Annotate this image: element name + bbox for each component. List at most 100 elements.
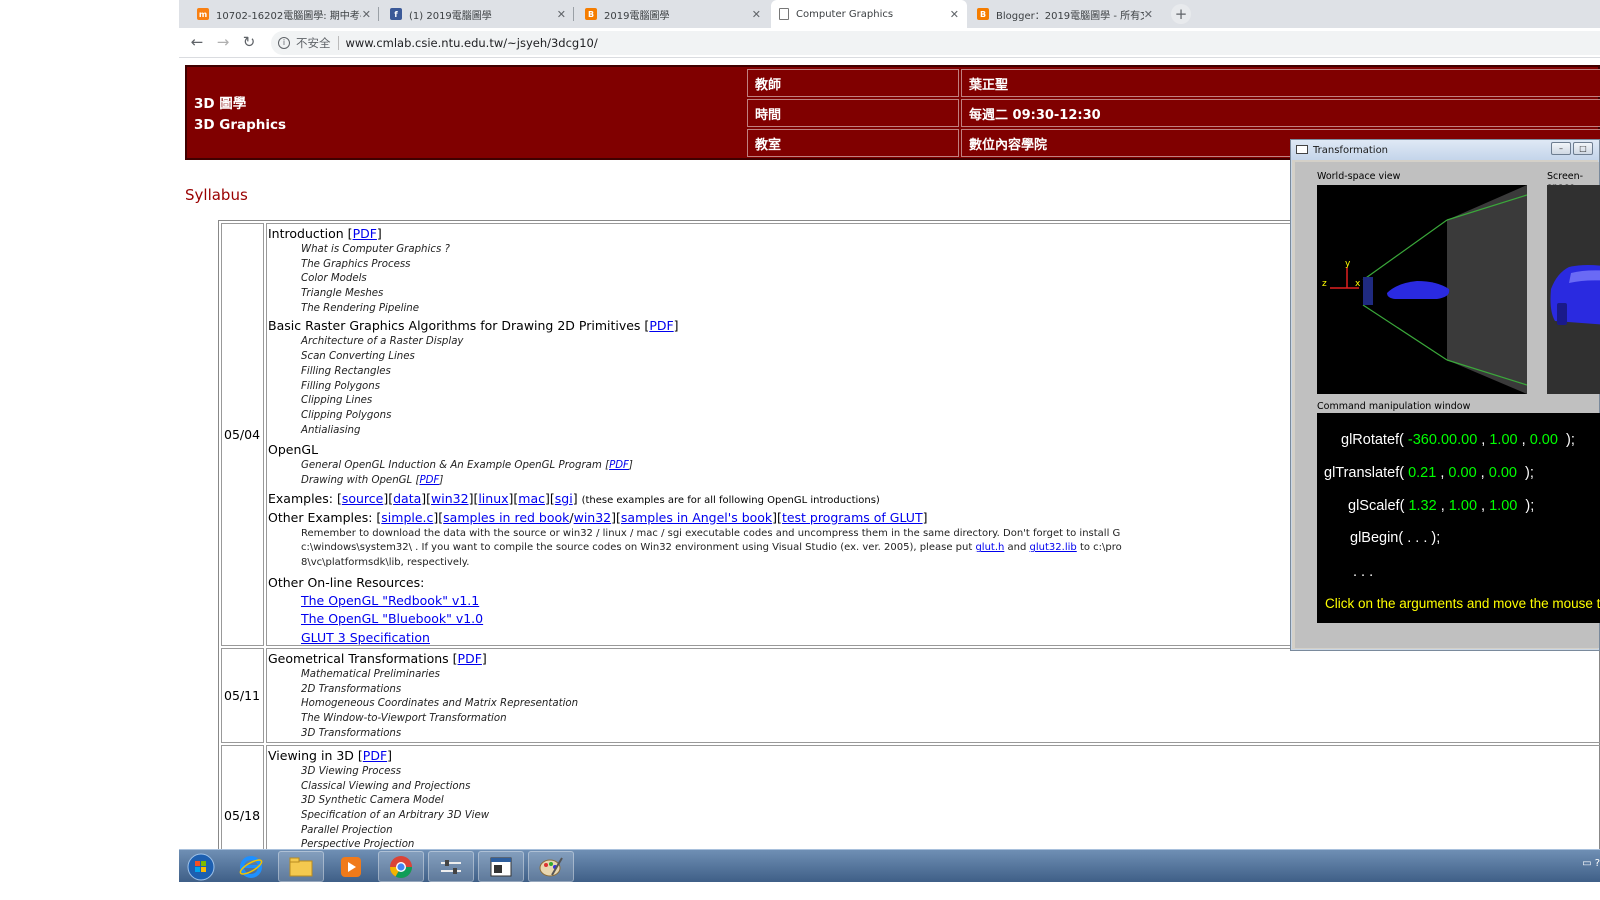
blogger-icon: B (977, 8, 989, 20)
tab-strip: m 10702-16202電腦圖學: 期中考- ✕ f (1) 2019電腦圖學… (179, 0, 1600, 28)
scale-arg-y[interactable]: 1.00 (1449, 498, 1477, 514)
system-tray-icon[interactable]: ▭ ? (1582, 858, 1600, 869)
pdf-link[interactable]: PDF (419, 475, 439, 486)
close-icon[interactable]: ✕ (557, 8, 566, 21)
example-link-source[interactable]: source (342, 491, 384, 506)
world-space-view[interactable]: y x z (1317, 185, 1528, 394)
axis-label-z: z (1322, 279, 1327, 289)
tab-facebook[interactable]: f (1) 2019電腦圖學 ✕ (382, 0, 574, 28)
new-tab-button[interactable]: + (1171, 4, 1191, 24)
back-icon[interactable]: ← (187, 33, 207, 51)
moodle-icon: m (197, 8, 209, 20)
glut-h-link[interactable]: glut.h (975, 542, 1004, 553)
security-label: 不安全 (296, 36, 331, 50)
pdf-link[interactable]: PDF (458, 651, 482, 666)
close-icon[interactable]: ✕ (362, 8, 371, 21)
topic-item: The Window-to-Viewport Transformation (301, 713, 507, 725)
command-manipulation-window[interactable]: glRotatef( -360.00.00 , 1.00 , 0.00 ); g… (1317, 413, 1600, 623)
tab-title: (1) 2019電腦圖學 (409, 10, 492, 22)
rotate-arg-angle[interactable]: -360.0 (1408, 432, 1449, 448)
example-link-angel[interactable]: samples in Angel's book (621, 510, 772, 525)
page-icon (779, 8, 789, 20)
topic-item: Homogeneous Coordinates and Matrix Repre… (301, 698, 579, 710)
example-link-mac[interactable]: mac (518, 491, 545, 506)
app-window-icon[interactable] (478, 851, 524, 882)
info-icon[interactable]: i (278, 37, 290, 49)
translate-arg-y[interactable]: 0.00 (1448, 465, 1476, 481)
instruction-hint: Click on the arguments and move the mous… (1325, 596, 1600, 611)
example-link-redbook[interactable]: samples in red book (443, 510, 569, 525)
topic-item: 3D Synthetic Camera Model (301, 795, 444, 807)
chrome-icon[interactable] (378, 851, 424, 882)
taskbar: ▭ ? (179, 849, 1600, 882)
topic-item: 3D Transformations (301, 727, 402, 739)
pdf-link[interactable]: PDF (609, 460, 629, 471)
example-link-data[interactable]: data (393, 491, 421, 506)
scale-arg-x[interactable]: 1.32 (1408, 498, 1436, 514)
reload-icon[interactable]: ↻ (239, 33, 259, 51)
section-label: Viewing in 3D (268, 748, 354, 763)
scale-line: glScalef( 1.32 , 1.00 , 1.00 ); (1348, 498, 1535, 514)
translate-fn: glTranslatef( (1324, 465, 1405, 481)
pdf-link[interactable]: PDF (649, 318, 673, 333)
tab-separator (573, 7, 574, 21)
blogger-icon: B (585, 8, 597, 20)
pdf-link[interactable]: PDF (363, 748, 387, 763)
translate-arg-x[interactable]: 0.21 (1408, 465, 1436, 481)
minimize-button[interactable]: – (1551, 142, 1571, 155)
address-bar[interactable]: i 不安全 www.cmlab.csie.ntu.edu.tw/~jsyeh/3… (271, 31, 1600, 55)
control-panel-icon[interactable] (428, 851, 474, 882)
section-label: Basic Raster Graphics Algorithms for Dra… (268, 318, 641, 334)
scale-fn: glScalef( (1348, 498, 1405, 514)
car-wheel (1557, 303, 1567, 325)
tab-moodle[interactable]: m 10702-16202電腦圖學: 期中考- ✕ (189, 0, 379, 28)
scale-end: ); (1525, 498, 1535, 514)
pdf-link[interactable]: PDF (353, 226, 377, 241)
window-body: World-space view Screen-space view y x (1295, 162, 1600, 648)
glut32-lib-link[interactable]: glut32.lib (1030, 542, 1077, 553)
rotate-arg-y[interactable]: 1.00 (1489, 432, 1517, 448)
screen-space-view[interactable] (1547, 185, 1600, 394)
example-link-linux[interactable]: linux (478, 491, 508, 506)
tab-blogger-posts[interactable]: B Blogger：2019電腦圖學 - 所有文 ✕ (969, 0, 1161, 28)
translate-arg-z[interactable]: 0.00 (1489, 465, 1517, 481)
date-cell: 05/04 (221, 223, 264, 646)
tab-blogger[interactable]: B 2019電腦圖學 ✕ (577, 0, 769, 28)
example-link-glut-tests[interactable]: test programs of GLUT (782, 510, 923, 525)
scale-arg-z[interactable]: 1.00 (1489, 498, 1517, 514)
world-view-label: World-space view (1317, 171, 1401, 182)
maximize-button[interactable]: □ (1573, 142, 1593, 155)
transformation-window[interactable]: Transformation – □ World-space view Scre… (1290, 139, 1600, 651)
file-explorer-icon[interactable] (278, 851, 324, 882)
close-icon[interactable]: ✕ (1144, 8, 1153, 21)
topic-label: General OpenGL Induction & An Example Op… (301, 460, 602, 472)
example-link-win32[interactable]: win32 (431, 491, 469, 506)
example-link-sgi[interactable]: sgi (555, 491, 573, 506)
section-label: Introduction (268, 226, 344, 241)
examples-note: (these examples are for all following Op… (581, 494, 880, 506)
frustum-edge (1362, 219, 1448, 281)
command-window-label: Command manipulation window (1317, 401, 1471, 412)
close-icon[interactable]: ✕ (950, 8, 959, 21)
examples-label: Examples: (268, 490, 333, 506)
paint-icon[interactable] (528, 851, 574, 882)
example-link-simple[interactable]: simple.c (381, 510, 433, 525)
media-player-icon[interactable] (328, 851, 374, 882)
start-orb-icon[interactable] (183, 851, 219, 882)
tab-computer-graphics[interactable]: Computer Graphics ✕ (771, 0, 967, 28)
course-title-zh: 3D 圖學 (194, 96, 247, 112)
tab-title: Blogger：2019電腦圖學 - 所有文 (996, 10, 1144, 22)
browser-toolbar: ← → ↻ i 不安全 www.cmlab.csie.ntu.edu.tw/~j… (179, 28, 1600, 58)
topic-label: Drawing with OpenGL (301, 474, 413, 486)
forward-icon[interactable]: → (213, 33, 233, 51)
axis-label-x: x (1355, 279, 1361, 289)
window-titlebar[interactable]: Transformation – □ (1291, 140, 1599, 160)
example-link-redbook-win32[interactable]: win32 (574, 510, 612, 525)
camera-near-plane (1363, 277, 1373, 305)
close-icon[interactable]: ✕ (752, 8, 761, 21)
url-text[interactable]: www.cmlab.csie.ntu.edu.tw/~jsyeh/3dcg10/ (346, 36, 598, 50)
rotate-arg-x[interactable]: 0.00 (1449, 432, 1477, 448)
topic-item: Mathematical Preliminaries (301, 669, 440, 680)
internet-explorer-icon[interactable] (228, 851, 274, 882)
rotate-arg-z[interactable]: 0.00 (1530, 432, 1558, 448)
